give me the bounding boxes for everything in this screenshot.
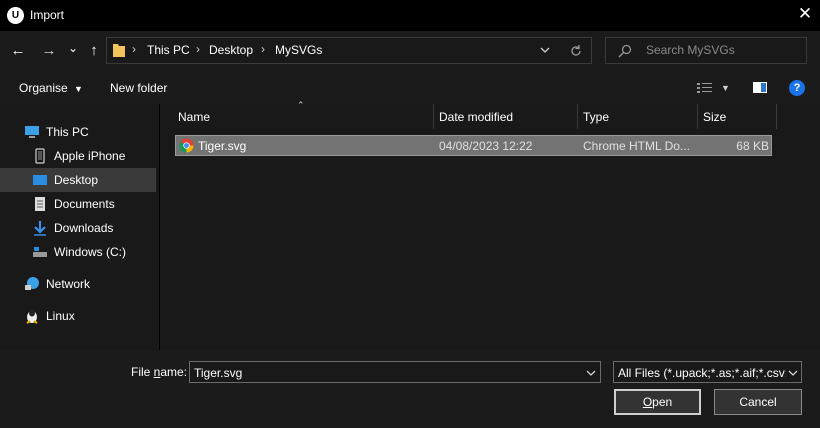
sidebar-item-label: Network [46,277,91,291]
sidebar-item-label: Apple iPhone [54,149,126,163]
folder-icon [112,42,126,58]
sidebar-item-linux[interactable]: Linux [0,304,159,328]
search-icon [617,43,633,59]
help-icon[interactable]: ? [789,80,805,96]
sidebar-item-downloads[interactable]: Downloads [0,216,159,240]
downloads-icon [34,221,46,236]
cancel-button[interactable]: Cancel [714,389,802,415]
sidebar-item-network[interactable]: Network [0,272,159,296]
organise-button[interactable]: Organise ▼ [19,81,83,95]
view-dropdown-icon[interactable]: ▼ [721,83,730,93]
open-button[interactable]: Open [614,389,701,415]
back-button[interactable]: ← [9,41,27,61]
column-header-type[interactable]: Type [583,110,609,124]
new-folder-button[interactable]: New folder [110,81,167,95]
column-divider[interactable] [776,104,777,129]
view-options-icon[interactable] [696,80,714,96]
chrome-icon [179,138,194,153]
desktop-icon [33,175,47,185]
file-name: Tiger.svg [198,139,247,153]
sidebar-item-desktop[interactable]: Desktop [0,168,156,192]
chevron-down-icon: ▼ [74,84,83,94]
column-header-name[interactable]: Name [178,110,210,124]
linux-icon [26,309,38,324]
column-divider[interactable] [697,104,698,129]
documents-icon [35,197,45,211]
forward-button[interactable]: → [39,41,59,61]
recent-locations-dropdown[interactable]: ⌄ [66,38,80,58]
close-icon[interactable]: ✕ [795,4,815,24]
open-button-accesskey: O [642,395,653,409]
breadcrumb-this-pc[interactable]: This PC [147,43,190,57]
sidebar-item-label: Downloads [54,221,114,235]
sort-ascending-icon: ⌃ [297,100,305,110]
breadcrumb-separator: › [261,42,265,56]
drive-icon [33,247,47,257]
sidebar-item-windows-c[interactable]: Windows (C:) [0,240,159,264]
file-type-filter-value: All Files (*.upack;*.as;*.aif;*.csv; [618,366,786,380]
file-date-modified: 04/08/2023 12:22 [439,139,533,153]
sidebar-item-label: Windows (C:) [54,245,127,259]
sidebar-item-this-pc[interactable]: This PC [0,120,159,144]
refresh-icon[interactable] [568,43,584,59]
title-bar [0,0,820,31]
pc-icon [25,126,39,138]
column-header-date-modified[interactable]: Date modified [439,110,513,124]
breadcrumb-separator: › [132,42,136,56]
sidebar-item-label: Linux [46,309,75,323]
file-type: Chrome HTML Do... [583,139,690,153]
up-button[interactable]: ↑ [85,41,103,61]
sidebar-item-label: Documents [54,197,115,211]
sidebar-item-label: This PC [46,125,89,139]
search-placeholder: Search MySVGs [646,43,735,57]
sidebar-item-apple-iphone[interactable]: Apple iPhone [0,144,159,168]
network-icon [25,277,39,290]
file-size: 68 KB [736,139,769,153]
preview-pane-icon[interactable] [752,80,768,94]
file-name-value: Tiger.svg [194,366,243,380]
address-dropdown-icon[interactable] [538,43,552,57]
file-name-label-part: ame: [160,365,188,379]
breadcrumb-desktop[interactable]: Desktop [209,43,253,57]
file-name-field[interactable] [189,361,601,383]
breadcrumb-separator: › [196,42,200,56]
column-header-size[interactable]: Size [703,110,726,124]
breadcrumb-mysvgs[interactable]: MySVGs [275,43,322,57]
sidebar-item-documents[interactable]: Documents [0,192,159,216]
window-title: Import [30,8,65,22]
file-name-label: File name: [131,365,187,379]
column-divider[interactable] [577,104,578,129]
app-logo-icon: U [7,7,24,24]
chevron-down-icon[interactable] [585,367,597,379]
sidebar-item-label: Desktop [54,173,99,187]
organise-label: Organise [19,81,68,95]
file-name-label-part: File [131,365,154,379]
chevron-down-icon[interactable] [787,367,799,379]
open-button-label: pen [652,395,673,409]
phone-icon [35,148,45,164]
column-divider[interactable] [433,104,434,129]
